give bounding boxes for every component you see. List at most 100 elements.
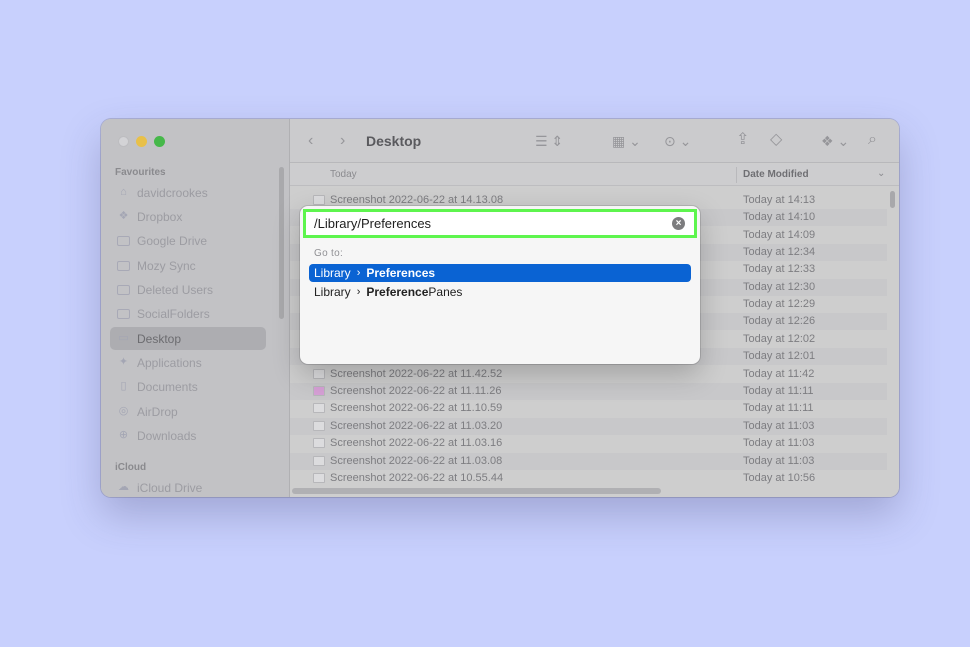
- file-date: Today at 11:03: [743, 420, 815, 432]
- cloud-icon: ☁: [118, 481, 129, 493]
- go-to-label: Go to:: [314, 248, 344, 259]
- document-icon: ▯: [120, 380, 127, 392]
- table-row[interactable]: Screenshot 2022-06-22 at 11.03.08 Today a…: [290, 453, 887, 470]
- folder-icon: [117, 235, 130, 246]
- sidebar-item-desktop[interactable]: ▭ Desktop: [110, 327, 266, 350]
- zoom-button[interactable]: [154, 136, 165, 147]
- file-date: Today at 11:11: [743, 402, 814, 414]
- more-actions-icon[interactable]: ⊙ ⌄: [664, 133, 691, 149]
- image-file-icon: [313, 473, 325, 483]
- file-date: Today at 12:33: [743, 263, 816, 275]
- sidebar-item-label: davidcrookes: [137, 185, 208, 200]
- sidebar-item-deleted-users[interactable]: Deleted Users: [110, 278, 266, 301]
- group-header-today: Today: [330, 169, 357, 180]
- downloads-icon: ⊕: [118, 429, 129, 441]
- image-file-icon: [313, 421, 325, 431]
- grid-view-icon[interactable]: ▦ ⌄: [612, 133, 641, 149]
- file-date: Today at 14:09: [743, 229, 816, 241]
- list-view-icon[interactable]: ☰ ⇕: [535, 133, 563, 149]
- sidebar-item-socialfolders[interactable]: SocialFolders: [110, 302, 266, 325]
- close-button[interactable]: [118, 136, 129, 147]
- image-file-icon: [313, 369, 325, 379]
- horizontal-scrollbar[interactable]: [292, 488, 661, 494]
- file-name: Screenshot 2022-06-22 at 11.03.08: [330, 455, 503, 467]
- folder-icon: [117, 284, 130, 295]
- go-to-folder-dialog: /Library/Preferences × Go to: Library › …: [300, 206, 700, 364]
- sidebar-item-applications[interactable]: ✦ Applications: [110, 351, 266, 374]
- dropbox-icon: ❖: [118, 210, 129, 222]
- sidebar-item-label: Desktop: [137, 331, 182, 346]
- image-file-icon: [313, 386, 325, 396]
- sidebar-item-downloads[interactable]: ⊕ Downloads: [110, 424, 266, 447]
- image-file-icon: [313, 438, 325, 448]
- desktop-icon: ▭: [118, 332, 129, 344]
- suggestion-parent: Library: [314, 285, 351, 299]
- file-name: Screenshot 2022-06-22 at 10.55.44: [330, 472, 504, 484]
- vertical-scrollbar[interactable]: [890, 191, 895, 208]
- file-date: Today at 11:03: [743, 455, 815, 467]
- file-date: Today at 14:13: [743, 194, 816, 206]
- file-name: Screenshot 2022-06-22 at 11.42.52: [330, 368, 503, 380]
- table-row[interactable]: Screenshot 2022-06-22 at 11.10.59 Today a…: [290, 400, 887, 417]
- window-controls: [118, 136, 165, 147]
- chevron-right-icon: ›: [356, 286, 361, 298]
- forward-icon[interactable]: ›: [340, 133, 345, 149]
- table-row[interactable]: Screenshot 2022-06-22 at 10.55.44 Today a…: [290, 470, 887, 487]
- file-date: Today at 14:10: [743, 211, 816, 223]
- file-date: Today at 12:01: [743, 350, 816, 362]
- sidebar-item-documents[interactable]: ▯ Documents: [110, 375, 266, 398]
- dropbox-menu-icon[interactable]: ❖ ⌄: [821, 133, 849, 149]
- share-icon[interactable]: ⇪: [736, 132, 749, 148]
- image-file-icon: [313, 195, 325, 205]
- sidebar-scrollbar[interactable]: [279, 167, 284, 319]
- file-name: Screenshot 2022-06-22 at 11.03.16: [330, 437, 503, 449]
- suggestion-match: Preference: [366, 285, 429, 299]
- sidebar-section-favourites: Favourites: [115, 167, 166, 178]
- search-icon[interactable]: ⌕: [868, 132, 877, 148]
- sidebar-item-airdrop[interactable]: ◎ AirDrop: [110, 400, 266, 423]
- file-date: Today at 10:56: [743, 472, 816, 484]
- file-date: Today at 12:26: [743, 315, 816, 327]
- file-name: Screenshot 2022-06-22 at 14.13.08: [330, 194, 504, 206]
- toolbar: ‹ › Desktop ☰ ⇕ ▦ ⌄ ⊙ ⌄ ⇪ ◇ ❖ ⌄ ⌕: [290, 119, 899, 163]
- chevron-right-icon: ›: [356, 267, 361, 279]
- path-input[interactable]: /Library/Preferences: [303, 209, 697, 238]
- home-icon: ⌂: [120, 186, 127, 198]
- airdrop-icon: ◎: [118, 405, 129, 417]
- table-row[interactable]: Screenshot 2022-06-22 at 11.42.52 Today a…: [290, 366, 887, 383]
- sidebar-item-dropbox[interactable]: ❖ Dropbox: [110, 205, 266, 228]
- chevron-down-icon[interactable]: ⌄: [877, 168, 885, 179]
- sidebar-section-icloud: iCloud: [115, 462, 147, 473]
- back-icon[interactable]: ‹: [308, 133, 313, 149]
- sidebar-item-mozy-sync[interactable]: Mozy Sync: [110, 254, 266, 277]
- file-date: Today at 11:42: [743, 368, 815, 380]
- clear-icon[interactable]: ×: [672, 217, 685, 230]
- sidebar-item-label: Mozy Sync: [137, 258, 196, 273]
- suggestion-item[interactable]: Library › Preference Panes: [309, 283, 691, 301]
- tag-icon[interactable]: ◇: [770, 132, 782, 148]
- image-file-icon: [313, 456, 325, 466]
- file-date: Today at 11:11: [743, 385, 814, 397]
- suggestion-item[interactable]: Library › Preferences: [309, 264, 691, 282]
- column-date-modified[interactable]: Date Modified: [743, 169, 809, 180]
- window-title: Desktop: [366, 133, 422, 149]
- file-name: Screenshot 2022-06-22 at 11.11.26: [330, 385, 502, 397]
- table-row[interactable]: Screenshot 2022-06-22 at 11.11.26 Today a…: [290, 383, 887, 400]
- column-separator[interactable]: [736, 167, 737, 183]
- file-name: Screenshot 2022-06-22 at 11.10.59: [330, 402, 503, 414]
- sidebar-item-icloud-drive[interactable]: ☁ iCloud Drive: [110, 476, 266, 497]
- table-row[interactable]: Screenshot 2022-06-22 at 11.03.20 Today a…: [290, 418, 887, 435]
- folder-icon: [117, 260, 130, 271]
- suggestion-match: Preferences: [366, 266, 436, 280]
- sidebar-item-home[interactable]: ⌂ davidcrookes: [110, 181, 266, 204]
- sidebar-item-label: iCloud Drive: [137, 480, 203, 495]
- table-row[interactable]: Screenshot 2022-06-22 at 11.03.16 Today a…: [290, 435, 887, 452]
- sidebar-item-label: Dropbox: [137, 209, 183, 224]
- sidebar-item-label: Documents: [137, 379, 198, 394]
- minimize-button[interactable]: [136, 136, 147, 147]
- sidebar-item-google-drive[interactable]: Google Drive: [110, 229, 266, 252]
- file-date: Today at 11:03: [743, 437, 815, 449]
- column-header: Today Date Modified ⌄: [290, 164, 899, 186]
- file-date: Today at 12:02: [743, 333, 816, 345]
- sidebar-item-label: Downloads: [137, 428, 197, 443]
